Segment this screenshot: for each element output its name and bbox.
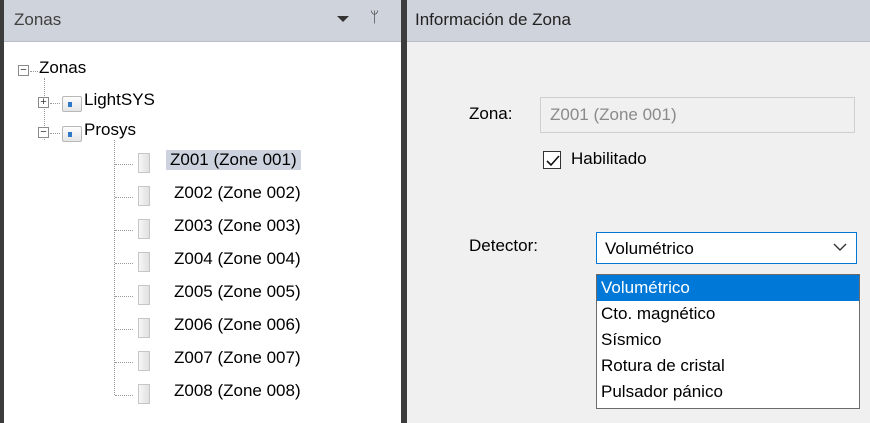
tree-connector [115, 164, 133, 165]
pin-icon[interactable]: ᛘ [370, 9, 379, 26]
zone-info-title: Información de Zona [415, 10, 571, 29]
detector-option[interactable]: Rotura de cristal [597, 353, 859, 379]
tree-connector [115, 329, 133, 330]
collapse-root-icon[interactable]: − [18, 65, 29, 76]
habilitado-label: Habilitado [571, 149, 647, 168]
collapse-prosys-icon[interactable]: − [38, 127, 49, 138]
zona-label: Zona: [469, 104, 513, 123]
detector-selected-value: Volumétrico [605, 239, 694, 258]
zones-tree: − Zonas + LightSYS − Prosys Z001 (Zone 0… [4, 42, 401, 423]
detector-options-list: Volumétrico Cto. magnético Sísmico Rotur… [596, 274, 860, 409]
zone-info-panel: Información de Zona Zona: Habilitado Det… [407, 0, 870, 423]
panel-device-icon [62, 126, 82, 142]
zone-icon [138, 318, 150, 338]
detector-select[interactable]: Volumétrico [596, 232, 857, 264]
tree-connector [30, 71, 38, 72]
checkmark-icon [546, 155, 560, 167]
tree-zone-item[interactable]: Z004 (Zone 004) [174, 249, 301, 269]
panel-device-icon [62, 96, 82, 112]
tree-zone-item[interactable]: Z001 (Zone 001) [166, 150, 301, 170]
zone-info-header: Información de Zona [407, 0, 870, 42]
detector-option[interactable]: Sísmico [597, 327, 859, 353]
zones-panel-title: Zonas [14, 10, 62, 29]
tree-connector [115, 230, 133, 231]
tree-connector [50, 103, 60, 104]
tree-connector [115, 362, 133, 363]
tree-connector [115, 197, 133, 198]
detector-option[interactable]: Cto. magnético [597, 301, 859, 327]
tree-connector [115, 263, 133, 264]
tree-zone-item[interactable]: Z003 (Zone 003) [174, 216, 301, 236]
detector-option[interactable]: Pulsador pánico [597, 379, 859, 405]
tree-zone-item[interactable]: Z008 (Zone 008) [174, 381, 301, 401]
expand-lightsys-icon[interactable]: + [38, 97, 49, 108]
zone-icon [138, 186, 150, 206]
zone-icon [138, 252, 150, 272]
tree-connector [114, 140, 115, 395]
zones-panel-header: Zonas ᛘ [4, 0, 401, 42]
zone-icon [138, 219, 150, 239]
detector-label: Detector: [469, 236, 538, 255]
panel-menu-dropdown-icon[interactable] [337, 16, 349, 22]
tree-group-prosys[interactable]: Prosys [84, 120, 136, 140]
zone-icon [138, 384, 150, 404]
habilitado-checkbox[interactable] [543, 151, 561, 169]
tree-zone-item[interactable]: Z002 (Zone 002) [174, 183, 301, 203]
tree-zone-item[interactable]: Z005 (Zone 005) [174, 282, 301, 302]
zones-panel: Zonas ᛘ − Zonas + LightSYS − Prosys Z001… [0, 0, 401, 423]
tree-zone-item[interactable]: Z007 (Zone 007) [174, 348, 301, 368]
zona-field[interactable] [540, 97, 855, 133]
zone-icon [138, 351, 150, 371]
tree-connector [115, 296, 133, 297]
tree-zone-item[interactable]: Z006 (Zone 006) [174, 315, 301, 335]
zone-icon [138, 285, 150, 305]
chevron-down-icon [833, 243, 847, 251]
tree-connector [50, 133, 60, 134]
tree-group-lightsys[interactable]: LightSYS [84, 90, 155, 110]
tree-root-zonas[interactable]: Zonas [39, 58, 86, 78]
detector-option[interactable]: Volumétrico [597, 275, 859, 301]
tree-connector [115, 395, 133, 396]
zone-icon [138, 153, 150, 173]
